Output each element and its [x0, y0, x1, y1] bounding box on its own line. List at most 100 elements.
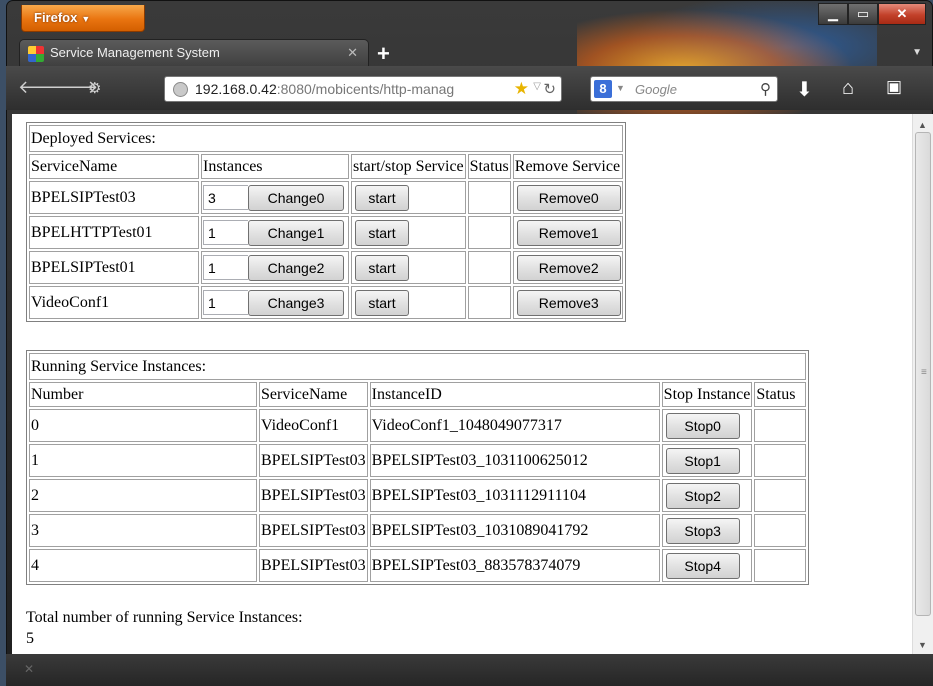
stop-button[interactable]: Stop4: [665, 552, 740, 579]
table-row: 2 BPELSIPTest03 BPELSIPTest03_1031112911…: [29, 479, 807, 512]
header-remove: Remove Service: [512, 154, 623, 179]
reload-icon[interactable]: ↻: [543, 80, 556, 98]
download-arrow-icon[interactable]: ⬇: [796, 77, 813, 102]
header-start-stop: start/stop Service: [351, 154, 466, 179]
instances-input[interactable]: [203, 220, 248, 245]
total-label: Total number of running Service Instance…: [26, 609, 303, 626]
instance-service: BPELSIPTest03: [259, 514, 368, 547]
change-button[interactable]: Change2: [248, 254, 344, 281]
window-controls: ▁ ▭ ✕: [818, 3, 926, 25]
change-button[interactable]: Change0: [248, 184, 344, 211]
instance-id: BPELSIPTest03_1031112911104: [369, 479, 660, 512]
header-instances: Instances: [201, 154, 349, 179]
remove-button[interactable]: Remove1: [516, 219, 621, 246]
menu-icon[interactable]: ▣: [886, 77, 902, 97]
instance-number: 3: [29, 514, 257, 547]
start-button[interactable]: start: [355, 254, 409, 281]
service-name: VideoConf1: [29, 286, 199, 319]
header-status: Status: [754, 382, 807, 407]
table-row: 3 BPELSIPTest03 BPELSIPTest03_1031089041…: [29, 514, 807, 547]
navigation-bar: 🡐 🡒 ⚙ 192.168.0.42:8080/mobicents/http-m…: [6, 66, 933, 110]
stop-button[interactable]: Stop1: [665, 447, 740, 474]
url-dropdown-icon[interactable]: ▽: [533, 81, 541, 92]
header-instanceid: InstanceID: [369, 382, 660, 407]
new-tab-icon[interactable]: +: [377, 41, 390, 67]
table-row: BPELHTTPTest01 Change1 start Remove1: [29, 216, 623, 249]
caret-down-icon: ▼: [81, 14, 91, 24]
table-row: 4 BPELSIPTest03 BPELSIPTest03_8835783740…: [29, 549, 807, 582]
table-row: VideoConf1 Change3 start Remove3: [29, 286, 623, 319]
page-content: Deployed Services: ServiceName Instances…: [12, 114, 912, 654]
home-icon[interactable]: ⌂: [842, 77, 854, 100]
search-engine-icon[interactable]: 8: [594, 80, 612, 98]
running-instances-table: Running Service Instances: Number Servic…: [26, 350, 810, 585]
stop-button[interactable]: Stop3: [665, 517, 740, 544]
url-host: 192.168.0.42: [195, 81, 277, 97]
instances-input[interactable]: [203, 290, 248, 315]
service-name: BPELSIPTest03: [29, 181, 199, 214]
close-window-icon[interactable]: ✕: [878, 3, 926, 25]
scrollbar-thumb[interactable]: ≡: [915, 132, 931, 616]
start-button[interactable]: start: [355, 184, 409, 211]
instance-number: 4: [29, 549, 257, 582]
status-cell: [754, 444, 807, 477]
search-input[interactable]: 8 ▼ Google ⚲: [590, 76, 778, 102]
maximize-icon[interactable]: ▭: [848, 3, 878, 25]
instance-service: VideoConf1: [259, 409, 368, 442]
firefox-menu-button[interactable]: Firefox ▼: [21, 5, 145, 32]
change-button[interactable]: Change3: [248, 289, 344, 316]
status-bar: ✕: [6, 654, 933, 686]
status-cell: [467, 216, 511, 249]
scroll-down-icon[interactable]: ▼: [918, 640, 927, 650]
status-cell: [754, 479, 807, 512]
start-button[interactable]: start: [355, 219, 409, 246]
instances-input[interactable]: [203, 255, 248, 280]
header-servicename: ServiceName: [259, 382, 368, 407]
table-row: 0 VideoConf1 VideoConf1_1048049077317 St…: [29, 409, 807, 442]
tab-service-management[interactable]: Service Management System ✕: [19, 39, 369, 67]
start-button[interactable]: start: [355, 289, 409, 316]
table-row: BPELSIPTest01 Change2 start Remove2: [29, 251, 623, 284]
status-cell: [467, 181, 511, 214]
status-cell: [754, 409, 807, 442]
tab-close-icon[interactable]: ✕: [347, 45, 358, 61]
header-servicename: ServiceName: [29, 154, 199, 179]
deployed-services-table: Deployed Services: ServiceName Instances…: [26, 122, 626, 322]
instance-number: 2: [29, 479, 257, 512]
scroll-up-icon[interactable]: ▲: [918, 120, 927, 130]
remove-button[interactable]: Remove0: [516, 184, 621, 211]
instances-input[interactable]: [203, 185, 248, 210]
stop-button[interactable]: Stop2: [665, 482, 740, 509]
search-placeholder: Google: [635, 82, 677, 97]
url-path: :8080/mobicents/http-manag: [276, 81, 455, 97]
bookmark-star-icon[interactable]: ★: [514, 79, 529, 99]
table-row: 1 BPELSIPTest03 BPELSIPTest03_1031100625…: [29, 444, 807, 477]
site-identity-icon[interactable]: ⚙: [88, 79, 101, 97]
firefox-menu-label: Firefox: [34, 10, 78, 25]
instance-id: BPELSIPTest03_883578374079: [369, 549, 660, 582]
remove-button[interactable]: Remove3: [516, 289, 621, 316]
table-row: BPELSIPTest03 Change0 start Remove0: [29, 181, 623, 214]
remove-button[interactable]: Remove2: [516, 254, 621, 281]
header-status: Status: [467, 154, 511, 179]
search-engine-dropdown-icon[interactable]: ▼: [616, 83, 625, 93]
change-button[interactable]: Change1: [248, 219, 344, 246]
globe-icon: [173, 82, 188, 97]
tab-title: Service Management System: [50, 45, 220, 60]
url-bar[interactable]: 192.168.0.42:8080/mobicents/http-manag ★…: [164, 76, 562, 102]
vertical-scrollbar[interactable]: ▲ ≡ ▼: [912, 114, 933, 654]
tab-list-chevron-icon[interactable]: ▼: [912, 47, 922, 58]
instance-id: BPELSIPTest03_1031100625012: [369, 444, 660, 477]
minimize-icon[interactable]: ▁: [818, 3, 848, 25]
service-name: BPELSIPTest01: [29, 251, 199, 284]
total-value: 5: [26, 630, 34, 647]
instance-service: BPELSIPTest03: [259, 444, 368, 477]
total-instances: Total number of running Service Instance…: [26, 607, 303, 649]
stop-button[interactable]: Stop0: [665, 412, 740, 439]
search-icon[interactable]: ⚲: [760, 80, 771, 98]
status-cell: [467, 251, 511, 284]
grip-icon: ≡: [921, 367, 927, 378]
close-addon-bar-icon[interactable]: ✕: [24, 662, 34, 676]
status-cell: [754, 514, 807, 547]
status-cell: [467, 286, 511, 319]
